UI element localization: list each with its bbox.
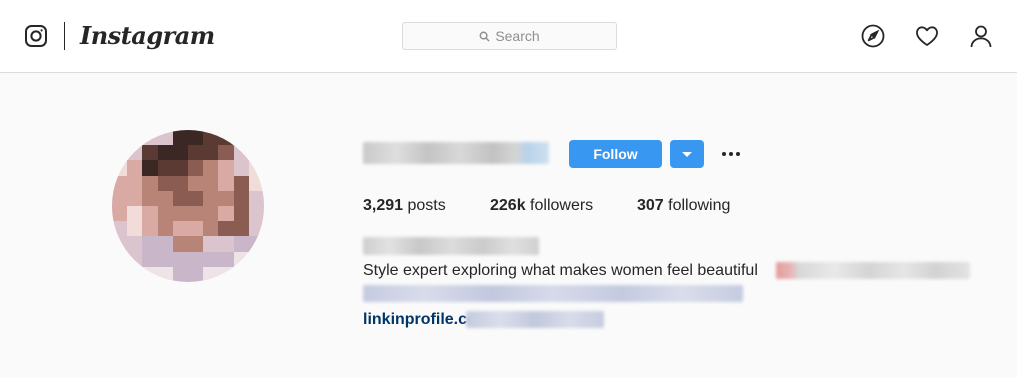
top-navigation-bar: Instagram Search [0, 0, 1017, 73]
search-icon [479, 31, 490, 42]
posts-stat: 3,291 posts [363, 196, 446, 216]
search-placeholder: Search [495, 28, 540, 44]
person-icon[interactable] [969, 24, 993, 48]
followers-count: 226k [490, 197, 526, 214]
triangle-down-icon [682, 151, 692, 157]
bio-text: Style expert exploring what makes women … [363, 262, 758, 279]
ellipsis-icon [722, 152, 726, 156]
logo-divider [64, 22, 65, 50]
bio-second-line-redacted [363, 285, 743, 302]
bio-redacted [776, 262, 970, 279]
full-name-redacted [363, 237, 539, 255]
instagram-glyph-icon[interactable] [24, 24, 48, 48]
posts-count: 3,291 [363, 197, 404, 214]
following-count: 307 [637, 197, 664, 214]
more-options-button[interactable] [720, 142, 742, 166]
suggested-accounts-dropdown-button[interactable] [670, 140, 704, 168]
website-link-redacted [466, 311, 604, 328]
profile-avatar[interactable] [112, 130, 264, 282]
followers-stat[interactable]: 226k followers [490, 196, 593, 216]
search-input[interactable]: Search [402, 22, 617, 50]
posts-label: posts [403, 197, 446, 214]
compass-icon[interactable] [861, 24, 885, 48]
username-redacted [363, 142, 549, 164]
follow-button[interactable]: Follow [569, 140, 662, 168]
instagram-wordmark[interactable]: Instagram [80, 20, 215, 52]
heart-icon[interactable] [915, 24, 939, 48]
followers-label: followers [525, 197, 594, 214]
following-label: following [663, 197, 731, 214]
following-stat[interactable]: 307 following [637, 196, 730, 216]
profile-website-link[interactable]: linkinprofile.co [363, 310, 477, 330]
